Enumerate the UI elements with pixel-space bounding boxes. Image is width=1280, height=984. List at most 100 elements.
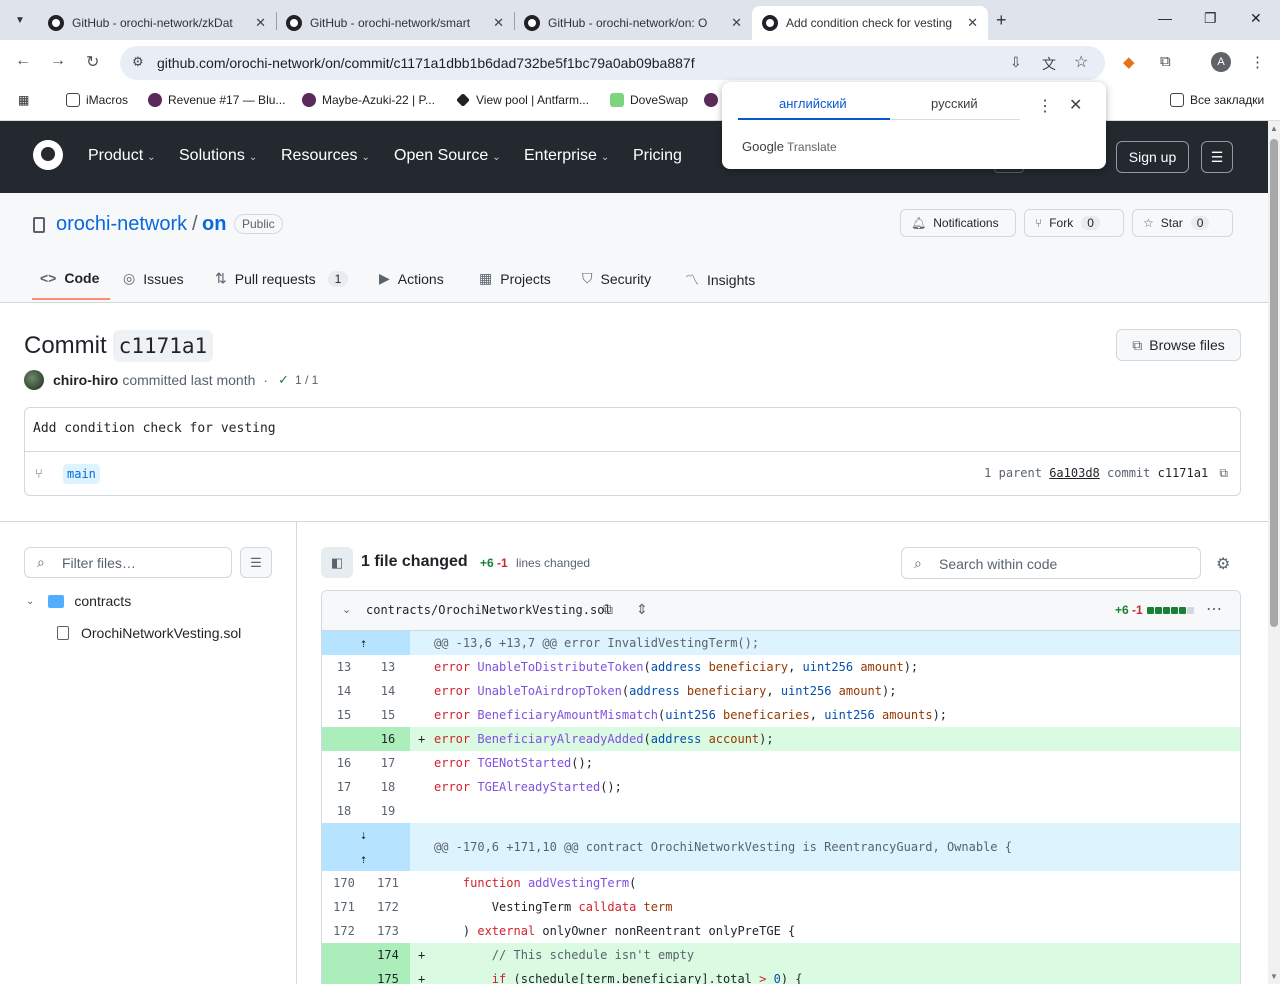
sidebar-toggle-button[interactable]: ◧ (321, 547, 353, 578)
expand-down-icon[interactable]: ⇣ (360, 823, 367, 847)
close-tab-icon[interactable]: ✕ (493, 15, 504, 31)
close-tab-icon[interactable]: ✕ (967, 15, 978, 31)
check-icon[interactable]: ✓ (278, 372, 289, 388)
filter-files-input[interactable]: ⌕ Filter files… (24, 547, 232, 578)
bookmark-azuki[interactable]: Maybe-Azuki-22 | P... (302, 93, 435, 107)
tab-actions[interactable]: ▶ Actions (379, 270, 444, 287)
metamask-icon[interactable]: ◆ (1123, 53, 1135, 71)
bookmark-antfarm[interactable]: View pool | Antfarm... (456, 93, 589, 107)
nav-solutions[interactable]: Solutions ⌄ (179, 147, 257, 165)
line-number[interactable]: 19 (366, 799, 410, 823)
expand-all-icon[interactable]: ⇕ (636, 601, 648, 618)
omnibox[interactable]: ⚙ github.com/orochi-network/on/commit/c1… (120, 46, 1105, 80)
nav-open-source[interactable]: Open Source ⌄ (394, 147, 501, 165)
new-tab-icon[interactable]: + (996, 10, 1007, 31)
line-number[interactable]: 18 (366, 775, 410, 799)
parent-sha-link[interactable]: 6a103d8 (1049, 466, 1100, 480)
profile-avatar[interactable]: A (1211, 52, 1231, 72)
apps-grid-icon[interactable]: ▦ (18, 93, 29, 107)
translate-close-icon[interactable]: ✕ (1069, 95, 1082, 115)
line-number[interactable]: 172 (366, 895, 410, 919)
branch-badge[interactable]: main (63, 464, 100, 484)
scroll-down-icon[interactable]: ▼ (1270, 972, 1278, 981)
all-bookmarks[interactable]: Все закладки (1170, 93, 1264, 107)
bookmark-revenue[interactable]: Revenue #17 — Blu... (148, 93, 285, 107)
restore-icon[interactable]: ❐ (1204, 10, 1217, 27)
window-close-icon[interactable]: ✕ (1250, 10, 1262, 27)
bookmark-star-icon[interactable]: ☆ (1074, 52, 1088, 72)
scroll-up-icon[interactable]: ▲ (1270, 124, 1278, 133)
tab-code[interactable]: <> Code (40, 270, 99, 286)
expand-up-icon[interactable]: ⇡ (360, 847, 367, 871)
tab-pull-requests[interactable]: ⇅ Pull requests 1 (215, 270, 349, 287)
line-number[interactable]: 15 (366, 703, 410, 727)
browse-files-button[interactable]: ⧉ Browse files (1116, 329, 1241, 361)
filter-options-button[interactable]: ☰ (240, 547, 272, 578)
nav-pricing[interactable]: Pricing (633, 147, 682, 165)
diff-file-path[interactable]: contracts/OrochiNetworkVesting.sol (366, 603, 612, 617)
nav-resources[interactable]: Resources ⌄ (281, 147, 370, 165)
browser-tab-1[interactable]: GitHub - orochi-network/zkDat ✕ (38, 6, 276, 40)
copy-icon[interactable]: ⧉ (1219, 466, 1228, 480)
tab-search-icon[interactable]: ▼ (8, 8, 32, 32)
line-number[interactable]: 175 (366, 967, 410, 984)
more-options-icon[interactable]: ⋯ (1206, 599, 1222, 619)
tab-insights[interactable]: 〽 Insights (685, 270, 755, 290)
browser-tab-active[interactable]: Add condition check for vesting ✕ (752, 6, 988, 40)
reload-icon[interactable]: ↻ (86, 52, 99, 72)
line-number[interactable]: 14 (366, 679, 410, 703)
gear-icon[interactable]: ⚙ (1216, 554, 1230, 574)
checks-status[interactable]: 1 / 1 (295, 373, 318, 387)
search-within-code-input[interactable]: ⌕ Search within code (901, 547, 1201, 579)
line-number[interactable]: 18 (322, 799, 366, 823)
translate-options-icon[interactable]: ⋮ (1037, 96, 1053, 116)
line-number[interactable]: 171 (322, 895, 366, 919)
line-number[interactable]: 171 (366, 871, 410, 895)
bookmark-hidden[interactable] (704, 93, 724, 107)
tree-file-vesting[interactable]: OrochiNetworkVesting.sol (57, 625, 241, 641)
fork-button[interactable]: ⑂ Fork 0 (1024, 209, 1124, 237)
line-number[interactable]: 15 (322, 703, 366, 727)
line-number[interactable]: 13 (322, 655, 366, 679)
browser-menu-icon[interactable]: ⋮ (1250, 53, 1265, 71)
translate-source-language[interactable]: английский (779, 96, 847, 111)
line-number[interactable]: 17 (366, 751, 410, 775)
repo-owner-link[interactable]: orochi-network (56, 213, 187, 236)
tab-issues[interactable]: ◎ Issues (123, 270, 184, 287)
avatar[interactable] (24, 370, 44, 390)
bookmark-imacros[interactable]: iMacros (66, 93, 128, 107)
nav-enterprise[interactable]: Enterprise ⌄ (524, 147, 609, 165)
site-info-icon[interactable]: ⚙ (132, 54, 144, 70)
close-tab-icon[interactable]: ✕ (255, 15, 266, 31)
chevron-down-icon[interactable]: ⌄ (342, 603, 351, 616)
translate-target-language[interactable]: русский (931, 96, 978, 111)
tab-security[interactable]: ⛉ Security (582, 270, 651, 287)
line-number[interactable]: 16 (322, 751, 366, 775)
scrollbar-thumb[interactable] (1270, 139, 1278, 627)
tab-projects[interactable]: ▦ Projects (479, 270, 551, 287)
star-button[interactable]: ☆ Star 0 (1132, 209, 1233, 237)
github-logo-icon[interactable] (33, 140, 63, 170)
sign-up-button[interactable]: Sign up (1116, 141, 1189, 173)
forward-icon[interactable]: → (50, 52, 66, 70)
notifications-button[interactable]: 🔔︎ Notifications (900, 209, 1016, 237)
line-number[interactable]: 17 (322, 775, 366, 799)
bookmark-doveswap[interactable]: DoveSwap (610, 93, 688, 107)
page-scrollbar[interactable]: ▲ ▼ (1268, 121, 1280, 984)
translate-icon[interactable]: 文 (1042, 54, 1056, 74)
url-text[interactable]: github.com/orochi-network/on/commit/c117… (157, 55, 695, 71)
extensions-icon[interactable]: ⧉ (1160, 53, 1171, 70)
line-number[interactable]: 173 (366, 919, 410, 943)
browser-tab-2[interactable]: GitHub - orochi-network/smart ✕ (276, 6, 514, 40)
line-number[interactable]: 16 (366, 727, 410, 751)
close-tab-icon[interactable]: ✕ (731, 15, 742, 31)
line-number[interactable]: 13 (366, 655, 410, 679)
line-number[interactable]: 170 (322, 871, 366, 895)
nav-product[interactable]: Product ⌄ (88, 147, 156, 165)
tree-folder-contracts[interactable]: ⌄ contracts (26, 593, 131, 609)
back-icon[interactable]: ← (15, 52, 31, 70)
menu-toggle-button[interactable]: ☰ (1201, 141, 1233, 173)
line-number[interactable]: 14 (322, 679, 366, 703)
minimize-icon[interactable]: — (1158, 10, 1172, 26)
copy-icon[interactable]: ⧉ (603, 601, 613, 618)
